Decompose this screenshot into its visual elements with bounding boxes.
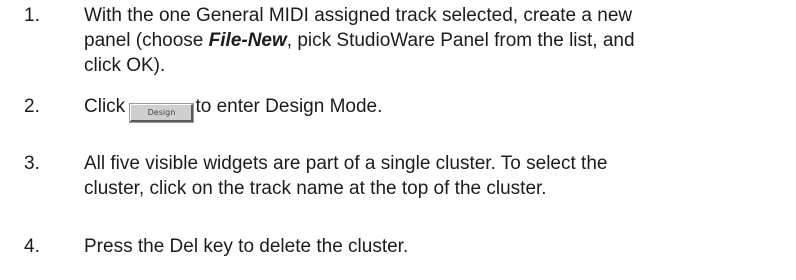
menu-command: File-New: [208, 30, 287, 51]
step-number: 2.: [24, 96, 40, 117]
step-number: 1.: [24, 5, 40, 26]
step-3: 3. All five visible widgets are part of …: [24, 151, 784, 201]
step-line: Click Design to enter Design Mode.: [84, 94, 784, 123]
step-text-segment: to enter Design Mode.: [195, 96, 383, 117]
step-1: 1. With the one General MIDI assigned tr…: [24, 3, 784, 78]
step-line: panel (choose File-New, pick StudioWare …: [84, 28, 784, 53]
step-text: All five visible widgets are part of a s…: [84, 151, 784, 201]
step-line: Press the Del key to delete the cluster.: [84, 236, 409, 257]
step-text-segment: Click: [84, 96, 126, 117]
step-text: Click Design to enter Design Mode.: [84, 94, 784, 123]
step-text-segment: panel (choose: [84, 30, 209, 51]
step-line: All five visible widgets are part of a s…: [84, 153, 608, 174]
step-4: 4. Press the Del key to delete the clust…: [24, 234, 784, 259]
step-text-segment: , pick StudioWare Panel from the list, a…: [286, 30, 635, 51]
step-number: 4.: [24, 236, 40, 257]
step-text: With the one General MIDI assigned track…: [84, 3, 784, 78]
step-line: With the one General MIDI assigned track…: [84, 5, 633, 26]
step-line: click OK).: [84, 55, 166, 76]
instructions-page: 1. With the one General MIDI assigned tr…: [0, 0, 796, 280]
step-2: 2. Click Design to enter Design Mode.: [24, 94, 784, 123]
step-line: cluster, click on the track name at the …: [84, 178, 547, 199]
step-text: Press the Del key to delete the cluster.: [84, 234, 784, 259]
step-number: 3.: [24, 153, 40, 174]
design-button[interactable]: Design: [129, 103, 195, 123]
